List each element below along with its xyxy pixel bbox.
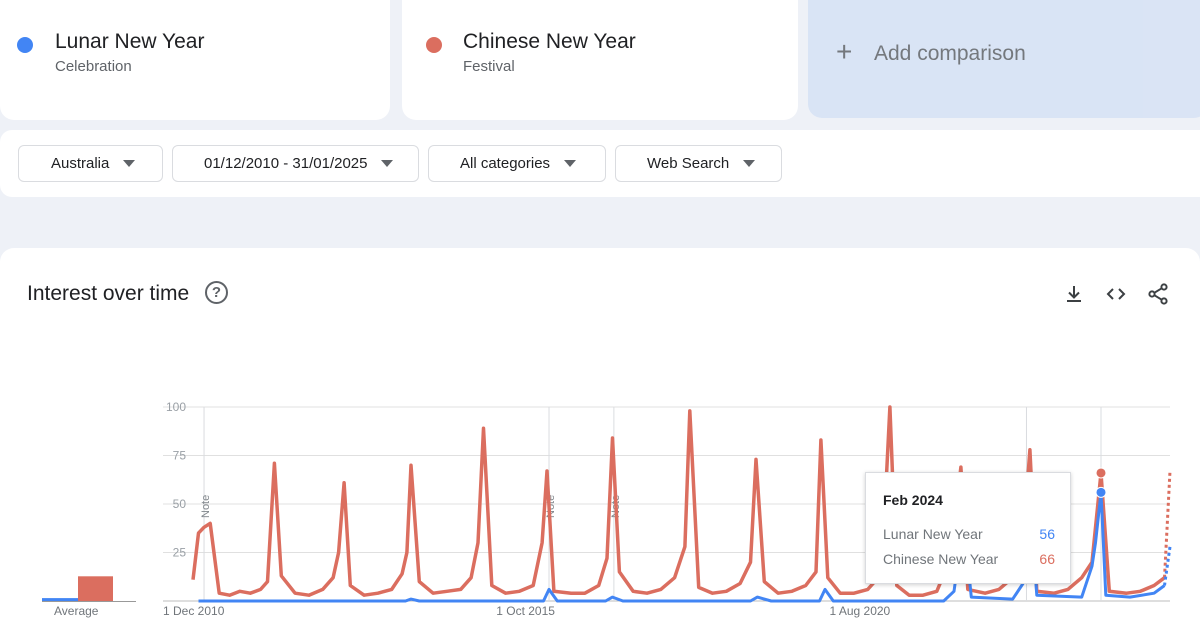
y-tick-label: 50 bbox=[173, 497, 187, 511]
tooltip-row-lunar-new-year: Lunar New Year 56 bbox=[883, 526, 1055, 542]
y-tick-label: 100 bbox=[166, 400, 186, 414]
highlight-point-lunar-new-year bbox=[1095, 486, 1107, 498]
tooltip-row-chinese-new-year: Chinese New Year 66 bbox=[883, 551, 1055, 567]
x-tick-label: 1 Aug 2020 bbox=[830, 604, 891, 618]
y-tick-label: 25 bbox=[173, 546, 187, 560]
average-bar-chinese-new-year bbox=[78, 576, 113, 601]
x-tick-label: 1 Dec 2010 bbox=[163, 604, 225, 618]
x-tick-label: 1 Oct 2015 bbox=[496, 604, 555, 618]
average-bar-lunar-new-year bbox=[42, 598, 78, 601]
y-tick-label: 75 bbox=[173, 449, 187, 463]
highlight-point-chinese-new-year bbox=[1095, 467, 1107, 479]
tooltip-series-value: 66 bbox=[1039, 551, 1055, 567]
note-label: Note bbox=[200, 495, 212, 518]
chart-tooltip: Feb 2024 Lunar New Year 56 Chinese New Y… bbox=[865, 472, 1071, 584]
tooltip-series-name: Chinese New Year bbox=[883, 551, 999, 567]
tooltip-series-name: Lunar New Year bbox=[883, 526, 983, 542]
tooltip-date: Feb 2024 bbox=[883, 492, 943, 508]
tooltip-series-value: 56 bbox=[1039, 526, 1055, 542]
